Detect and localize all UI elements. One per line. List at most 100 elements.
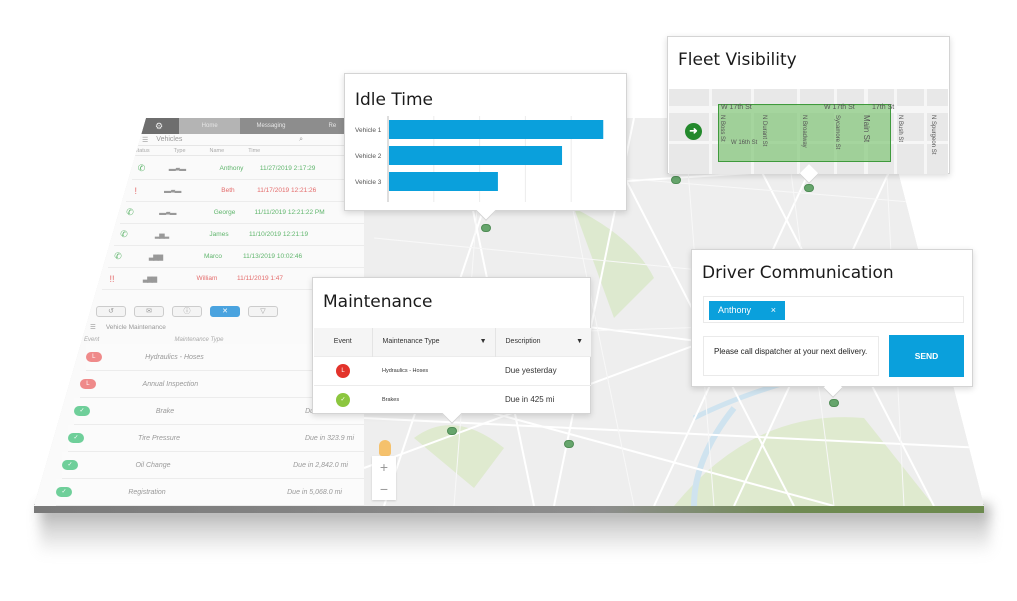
vehicle-marker[interactable]: [829, 399, 839, 407]
maintenance-card: Maintenance Event Maintenance Type ▼ Desc…: [312, 277, 591, 424]
street-label: Sycamore St: [834, 115, 840, 150]
vehicles-column-headers: Status Type Name Time: [34, 146, 363, 156]
street-label: W 16th St: [731, 140, 758, 146]
filter-icon[interactable]: ▽: [248, 305, 278, 317]
bar-vehicle-2[interactable]: [389, 146, 563, 165]
zoom-in-button[interactable]: +: [372, 456, 396, 478]
recipient-field[interactable]: Anthony ×: [703, 296, 964, 323]
col-description[interactable]: Description ▼: [495, 328, 591, 356]
status-icon: ✆: [137, 163, 146, 173]
vehicle-marker[interactable]: [564, 440, 574, 448]
col-label: Maintenance Type: [382, 338, 440, 346]
history-icon[interactable]: ↺: [96, 305, 126, 317]
message-input[interactable]: Please call dispatcher at your next deli…: [703, 336, 879, 376]
bar-vehicle-3[interactable]: [389, 172, 498, 191]
street-view-pegman-icon[interactable]: [379, 440, 391, 456]
col-maintenance-type[interactable]: Maintenance Type: [144, 337, 254, 343]
geofence-map[interactable]: W 17th St W 17th St 17th St W 16th St N …: [669, 89, 948, 174]
vehicle-row[interactable]: ! ▬▰▬ Beth 11/17/2019 12:21:26: [126, 180, 364, 202]
col-maintenance-type[interactable]: Maintenance Type ▼: [372, 328, 496, 356]
info-icon[interactable]: ⓘ: [172, 305, 202, 317]
check-icon: ✓: [336, 392, 350, 407]
wrench-icon[interactable]: ✕: [210, 305, 240, 317]
street-label: N Bush St: [897, 115, 903, 143]
app-top-nav: ⚙ Home Messaging Re: [139, 118, 363, 134]
sort-caret-icon[interactable]: ▼: [480, 338, 487, 345]
maintenance-card-title: Maintenance: [323, 292, 433, 312]
recipient-chip[interactable]: Anthony ×: [709, 301, 785, 320]
app-logo-icon[interactable]: ⚙: [139, 118, 179, 134]
maintenance-row[interactable]: ✓ Oil Change Due in 2,842.0 mi: [62, 452, 364, 479]
maintenance-description: Due in 2,842.0 mi: [293, 461, 348, 469]
idle-time-card: Idle Time Vehicle 1 Vehicle 2 Vehicle 3: [344, 73, 627, 221]
street-label: N Durant St: [761, 115, 767, 147]
maintenance-table: Event Maintenance Type ▼ Description ▼ L H…: [314, 328, 591, 414]
col-event[interactable]: Event: [314, 328, 373, 356]
bar-vehicle-1[interactable]: [389, 120, 604, 139]
tab-home[interactable]: Home: [179, 118, 241, 134]
col-event[interactable]: Event: [84, 337, 144, 343]
check-icon: ✓: [56, 487, 72, 497]
driver-name: Anthony: [219, 165, 244, 172]
vehicle-marker[interactable]: [804, 184, 814, 192]
vehicle-row[interactable]: ✆ ▃▆▆ Marco 11/13/2019 10:02:46: [108, 246, 364, 268]
zoom-out-button[interactable]: −: [372, 478, 396, 500]
street-label: W 17th St: [721, 104, 752, 111]
van-icon: ▃▆▆: [142, 275, 157, 283]
maintenance-type: Hydraulics - Hoses: [372, 355, 495, 385]
menu-icon[interactable]: ☰: [90, 323, 96, 331]
driver-name: George: [213, 209, 236, 216]
col-type[interactable]: Type: [174, 148, 186, 154]
street-label: N Broadway: [801, 115, 807, 148]
overdue-icon: L: [336, 363, 350, 378]
vehicle-row[interactable]: ✆ ▂▅▂ James 11/10/2019 12:21:19: [114, 224, 364, 246]
fleet-dashboard-showcase: ⚙ Home Messaging Re ☰ Vehicles ⌕ Status …: [0, 0, 1017, 601]
truck-icon: ▬▰▬: [159, 209, 176, 217]
alert-icon: !!: [109, 273, 115, 284]
vehicle-time: 11/10/2019 12:21:19: [249, 231, 309, 238]
street-label: Main St: [862, 115, 871, 143]
col-time[interactable]: Time: [248, 148, 260, 154]
sort-caret-icon[interactable]: ▼: [576, 338, 583, 345]
tab-messaging[interactable]: Messaging: [240, 118, 301, 134]
vehicle-row[interactable]: ✆ ▬▰▬ Anthony 11/27/2019 2:17:29: [132, 158, 364, 180]
send-button[interactable]: SEND: [889, 335, 964, 377]
remove-recipient-icon[interactable]: ×: [771, 301, 776, 320]
maintenance-description: Due in 5,068.0 mi: [287, 488, 342, 496]
maintenance-row[interactable]: L Hydraulics - Hoses Due yesterday: [314, 355, 591, 385]
alert-icon: !: [134, 185, 137, 196]
maintenance-row[interactable]: ✓ Tire Pressure Due in 323.9 mi: [68, 425, 364, 452]
driver-name: Beth: [221, 187, 235, 194]
vehicle-time: 11/13/2019 10:02:46: [243, 253, 303, 260]
bar-label: Vehicle 1: [355, 127, 382, 134]
driver-communication-title: Driver Communication: [702, 263, 894, 283]
maintenance-description: Due in 425 mi: [495, 384, 591, 414]
idle-time-title: Idle Time: [355, 90, 433, 110]
map-zoom-control: + −: [372, 456, 396, 500]
recipient-name: Anthony: [718, 305, 752, 315]
van-icon: ▃▆▆: [148, 253, 163, 261]
fleet-visibility-card: Fleet Visibility W 17th St W 17th St 17t…: [667, 36, 950, 184]
message-icon[interactable]: ✉: [134, 305, 164, 317]
driver-name: James: [209, 231, 229, 238]
vehicle-marker[interactable]: [481, 224, 491, 232]
vehicle-direction-arrow-icon[interactable]: ➜: [685, 123, 702, 140]
maintenance-type: Annual Inspection: [142, 380, 199, 388]
street-label: N Boss St: [719, 115, 725, 142]
pickup-icon: ▂▅▂: [154, 231, 169, 239]
vehicles-title: Vehicles: [156, 136, 183, 143]
detail-toolbar: ↺ ✉ ⓘ ✕ ▽: [96, 304, 278, 318]
maintenance-row[interactable]: ✓ Registration Due in 5,068.0 mi: [56, 479, 364, 506]
vehicle-row[interactable]: ✆ ▬▰▬ George 11/11/2019 12:21:22 PM: [120, 202, 364, 224]
status-icon: ✆: [120, 229, 128, 239]
col-status[interactable]: Status: [134, 148, 150, 154]
col-name[interactable]: Name: [210, 148, 225, 154]
vehicle-marker[interactable]: [671, 176, 681, 184]
maintenance-type: Registration: [128, 488, 166, 496]
col-label: Description: [505, 338, 541, 346]
menu-icon[interactable]: ☰: [142, 136, 148, 144]
truck-icon: ▬▰▬: [163, 187, 181, 195]
vehicle-marker[interactable]: [447, 427, 457, 435]
search-icon[interactable]: ⌕: [299, 136, 303, 144]
truck-icon: ▬▰▬: [168, 165, 186, 173]
